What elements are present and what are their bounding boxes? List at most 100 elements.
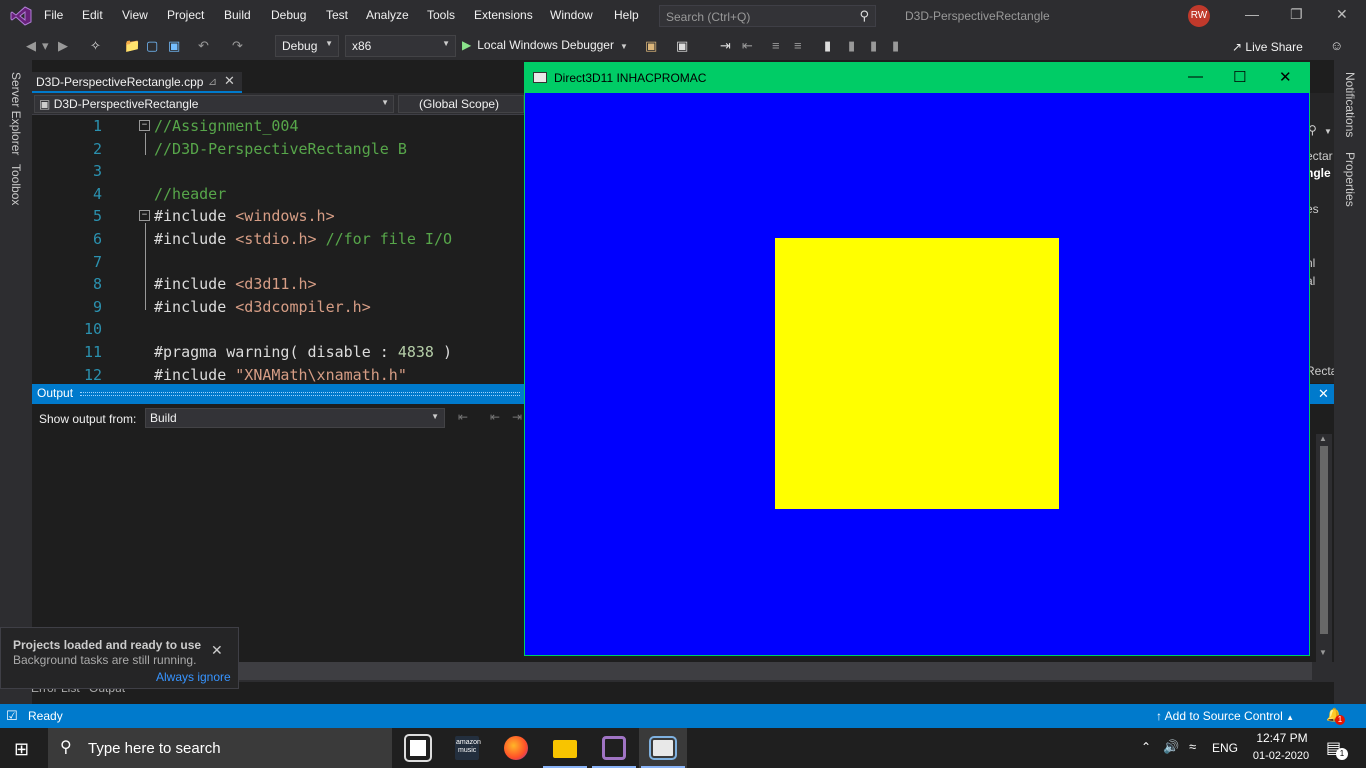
menu-item-view[interactable]: View: [122, 8, 148, 22]
code-line[interactable]: //D3D-PerspectiveRectangle B: [154, 140, 407, 158]
visual-studio-logo-icon[interactable]: [10, 6, 32, 26]
restore-icon[interactable]: ❐: [1290, 6, 1303, 23]
save-icon[interactable]: ▢: [146, 38, 158, 54]
close-icon[interactable]: ✕: [211, 642, 223, 659]
code-line[interactable]: //Assignment_004: [154, 117, 299, 135]
pin-icon[interactable]: ⊿: [208, 75, 217, 88]
menu-item-window[interactable]: Window: [550, 8, 593, 22]
minimize-icon[interactable]: —: [1188, 68, 1203, 85]
code-line[interactable]: #include <d3d11.h>: [154, 275, 317, 293]
code-line[interactable]: #pragma warning( disable : 4838 ): [154, 343, 452, 361]
back-icon[interactable]: ◀: [26, 38, 36, 54]
bookmark-next-icon[interactable]: ▮: [870, 38, 877, 54]
direct3d-title-bar[interactable]: Direct3D11 INHACPROMAC — ☐ ✕: [525, 63, 1309, 93]
scope-dropdown[interactable]: (Global Scope): [398, 95, 524, 113]
dropdown-arrow-icon[interactable]: ▾: [42, 38, 49, 54]
menu-item-build[interactable]: Build: [224, 8, 251, 22]
menu-item-analyze[interactable]: Analyze: [366, 8, 409, 22]
maximize-icon[interactable]: ☐: [1233, 68, 1246, 86]
document-tab[interactable]: D3D-PerspectiveRectangle.cpp ⊿ ✕: [32, 72, 242, 93]
menu-item-extensions[interactable]: Extensions: [474, 8, 533, 22]
taskbar-search-box[interactable]: ⚲ Type here to search: [48, 728, 392, 768]
notification-bell-icon[interactable]: 🔔 1: [1326, 707, 1345, 725]
code-editor[interactable]: 1 //Assignment_004 2 //D3D-PerspectiveRecta…: [32, 115, 524, 383]
start-debugger-button[interactable]: ▶ Local Windows Debugger ▼: [462, 38, 628, 52]
menu-item-edit[interactable]: Edit: [82, 8, 103, 22]
file-explorer-icon[interactable]: [541, 728, 589, 768]
action-center-icon[interactable]: ▤ 1: [1326, 738, 1348, 760]
new-project-icon[interactable]: ✧: [90, 38, 101, 54]
status-bar: ☑ Ready ↑ Add to Source Control ▲ 🔔 1: [0, 704, 1366, 728]
language-indicator[interactable]: ENG: [1212, 741, 1238, 755]
output-vertical-scrollbar[interactable]: ▲ ▼: [1316, 434, 1332, 662]
project-dropdown[interactable]: ▣ D3D-PerspectiveRectangle ▼: [34, 95, 394, 113]
search-input[interactable]: Search (Ctrl+Q) ⚲: [659, 5, 876, 27]
comment-icon[interactable]: ≡: [772, 38, 780, 53]
toolbar-tool-icon[interactable]: ▣: [645, 38, 657, 54]
bookmark-icon[interactable]: ▮: [824, 38, 831, 54]
redo-icon[interactable]: ↷: [232, 38, 243, 54]
firefox-icon[interactable]: [492, 728, 540, 768]
minimize-icon[interactable]: —: [1245, 6, 1259, 22]
configuration-dropdown[interactable]: Debug ▼: [275, 35, 339, 57]
code-line[interactable]: #include <d3dcompiler.h>: [154, 298, 371, 316]
fold-guide: [145, 223, 146, 310]
code-line[interactable]: #include <windows.h>: [154, 207, 335, 225]
wifi-icon[interactable]: ≈: [1189, 739, 1196, 754]
uncomment-icon[interactable]: ≡: [794, 38, 802, 53]
clock-time[interactable]: 12:47 PM: [1252, 731, 1312, 745]
platform-dropdown[interactable]: x86 ▼: [345, 35, 456, 57]
code-line[interactable]: #include <stdio.h> //for file I/O: [154, 230, 452, 248]
bookmark-prev-icon[interactable]: ▮: [848, 38, 855, 54]
save-all-icon[interactable]: ▣: [168, 38, 180, 54]
forward-icon[interactable]: ▶: [58, 38, 68, 54]
chevron-down-icon[interactable]: ▼: [1324, 127, 1332, 136]
properties-tab[interactable]: Properties: [1343, 152, 1357, 207]
menu-item-file[interactable]: File: [44, 8, 63, 22]
always-ignore-link[interactable]: Always ignore: [156, 670, 231, 684]
notifications-tab[interactable]: Notifications: [1343, 72, 1357, 137]
step-icon[interactable]: ⇥: [720, 38, 731, 54]
collapse-icon[interactable]: −: [139, 210, 150, 222]
direct3d-app-taskbar-icon[interactable]: [639, 728, 687, 768]
code-line[interactable]: //header: [154, 185, 226, 203]
add-to-source-control-button[interactable]: ↑ Add to Source Control ▲: [1156, 709, 1294, 723]
collapse-icon[interactable]: −: [139, 120, 150, 131]
menu-item-help[interactable]: Help: [614, 8, 639, 22]
bookmark-clear-icon[interactable]: ▮: [892, 38, 899, 54]
prev-message-icon[interactable]: ⇤: [490, 410, 500, 424]
scroll-thumb[interactable]: [1320, 446, 1328, 634]
menu-item-project[interactable]: Project: [167, 8, 204, 22]
menu-item-test[interactable]: Test: [326, 8, 348, 22]
camera-icon[interactable]: ▣: [676, 38, 688, 54]
open-folder-icon[interactable]: 📁: [124, 38, 140, 54]
feedback-icon[interactable]: ☺: [1330, 38, 1343, 53]
close-output-icon[interactable]: ✕: [1318, 386, 1329, 402]
windows-start-icon[interactable]: ⊞: [14, 739, 29, 760]
toolbox-tab[interactable]: Toolbox: [9, 164, 23, 205]
menu-item-tools[interactable]: Tools: [427, 8, 455, 22]
scroll-down-icon[interactable]: ▼: [1319, 648, 1327, 657]
visual-studio-taskbar-icon[interactable]: [590, 728, 638, 768]
menu-item-debug[interactable]: Debug: [271, 8, 306, 22]
next-message-icon[interactable]: ⇥: [512, 410, 522, 424]
close-tab-icon[interactable]: ✕: [224, 73, 235, 89]
close-icon[interactable]: ✕: [1336, 6, 1348, 23]
user-avatar[interactable]: RW: [1188, 5, 1210, 27]
amazon-music-icon[interactable]: amazon music: [443, 728, 491, 768]
live-share-button[interactable]: ↗ Live Share: [1232, 40, 1303, 54]
find-message-icon[interactable]: ⇤: [458, 410, 468, 424]
step-out-icon[interactable]: ⇤: [742, 38, 753, 54]
close-icon[interactable]: ✕: [1279, 68, 1292, 86]
undo-icon[interactable]: ↶: [198, 38, 209, 54]
microsoft-store-icon[interactable]: [394, 728, 442, 768]
output-source-dropdown[interactable]: Build ▼: [145, 408, 445, 428]
server-explorer-tab[interactable]: Server Explorer: [9, 72, 23, 155]
show-hidden-icons-icon[interactable]: ⌃: [1141, 740, 1151, 754]
code-line[interactable]: #include "XNAMath\xnamath.h": [154, 366, 407, 383]
speaker-icon[interactable]: 🔊: [1163, 739, 1179, 755]
clock-date[interactable]: 01-02-2020: [1250, 750, 1312, 762]
scroll-up-icon[interactable]: ▲: [1319, 434, 1327, 443]
drag-handle[interactable]: [80, 392, 520, 396]
direct3d-window[interactable]: Direct3D11 INHACPROMAC — ☐ ✕: [524, 62, 1310, 656]
